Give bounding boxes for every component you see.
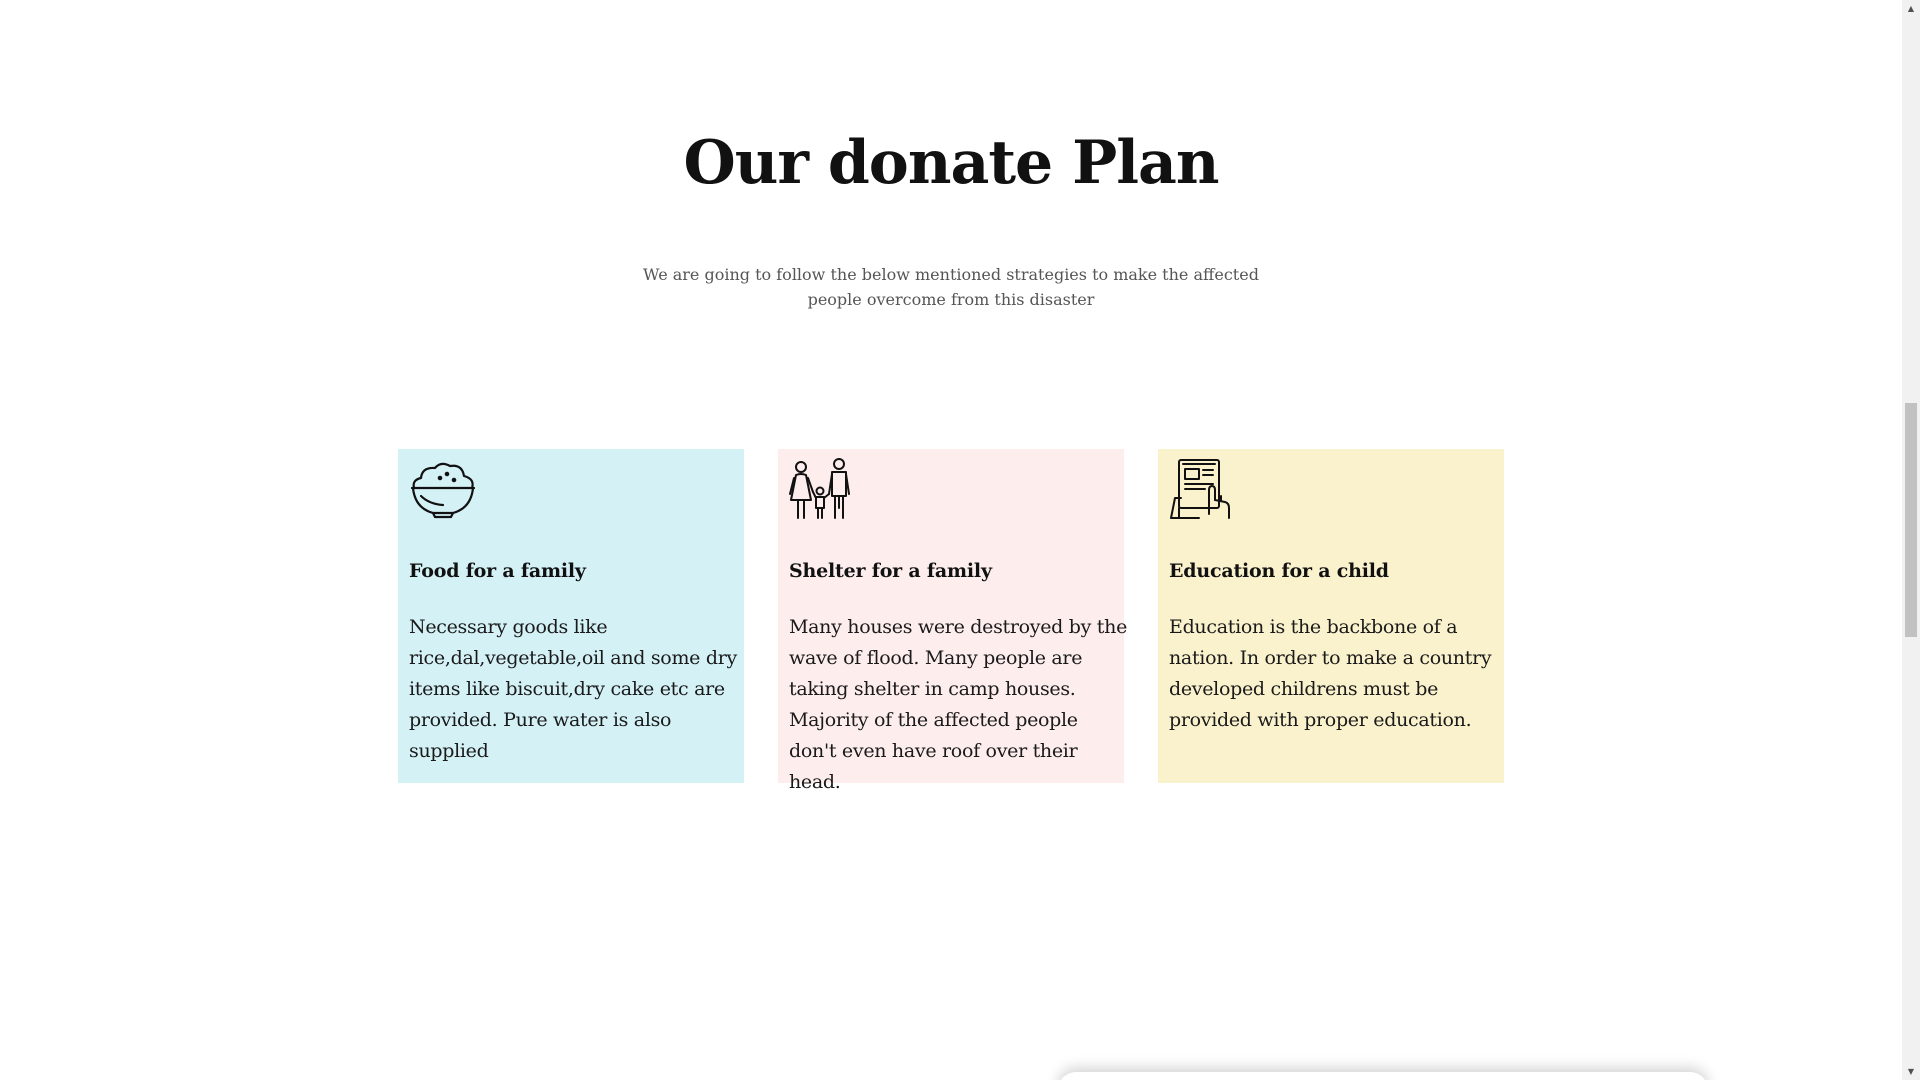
card-text: Education is the backbone of a nation. I… <box>1169 616 1492 731</box>
card-education: Education for a child Education is the b… <box>1158 449 1504 783</box>
scroll-down-arrow-icon[interactable]: ▼ <box>1902 1063 1920 1080</box>
card-title: Shelter for a family <box>789 560 992 582</box>
rice-bowl-icon <box>410 462 476 519</box>
scroll-up-arrow-icon[interactable]: ▲ <box>1902 0 1920 17</box>
section-title: Our donate Plan <box>683 128 1219 198</box>
main-content: Our donate Plan We are going to follow t… <box>0 0 1902 1080</box>
card-food: Food for a family Necessary goods like r… <box>398 449 744 783</box>
donate-plan-cards: Food for a family Necessary goods like r… <box>398 449 1504 793</box>
card-shelter: Shelter for a family Many houses were de… <box>778 449 1127 793</box>
scrollbar-thumb[interactable] <box>1905 403 1917 637</box>
card-title: Education for a child <box>1169 560 1389 582</box>
card-text: Many houses were destroyed by the wave o… <box>789 616 1128 793</box>
tablet-touch-icon <box>1170 459 1230 519</box>
card-text: Necessary goods like rice,dal,vegetable,… <box>409 616 737 762</box>
vertical-scrollbar[interactable]: ▲ ▼ <box>1902 0 1920 1080</box>
partial-content-panel <box>1058 1072 1708 1080</box>
card-title: Food for a family <box>409 560 586 582</box>
family-icon <box>789 458 850 519</box>
page: Our donate Plan We are going to follow t… <box>0 0 1920 1080</box>
section-subtitle: We are going to follow the below mention… <box>643 265 1259 309</box>
